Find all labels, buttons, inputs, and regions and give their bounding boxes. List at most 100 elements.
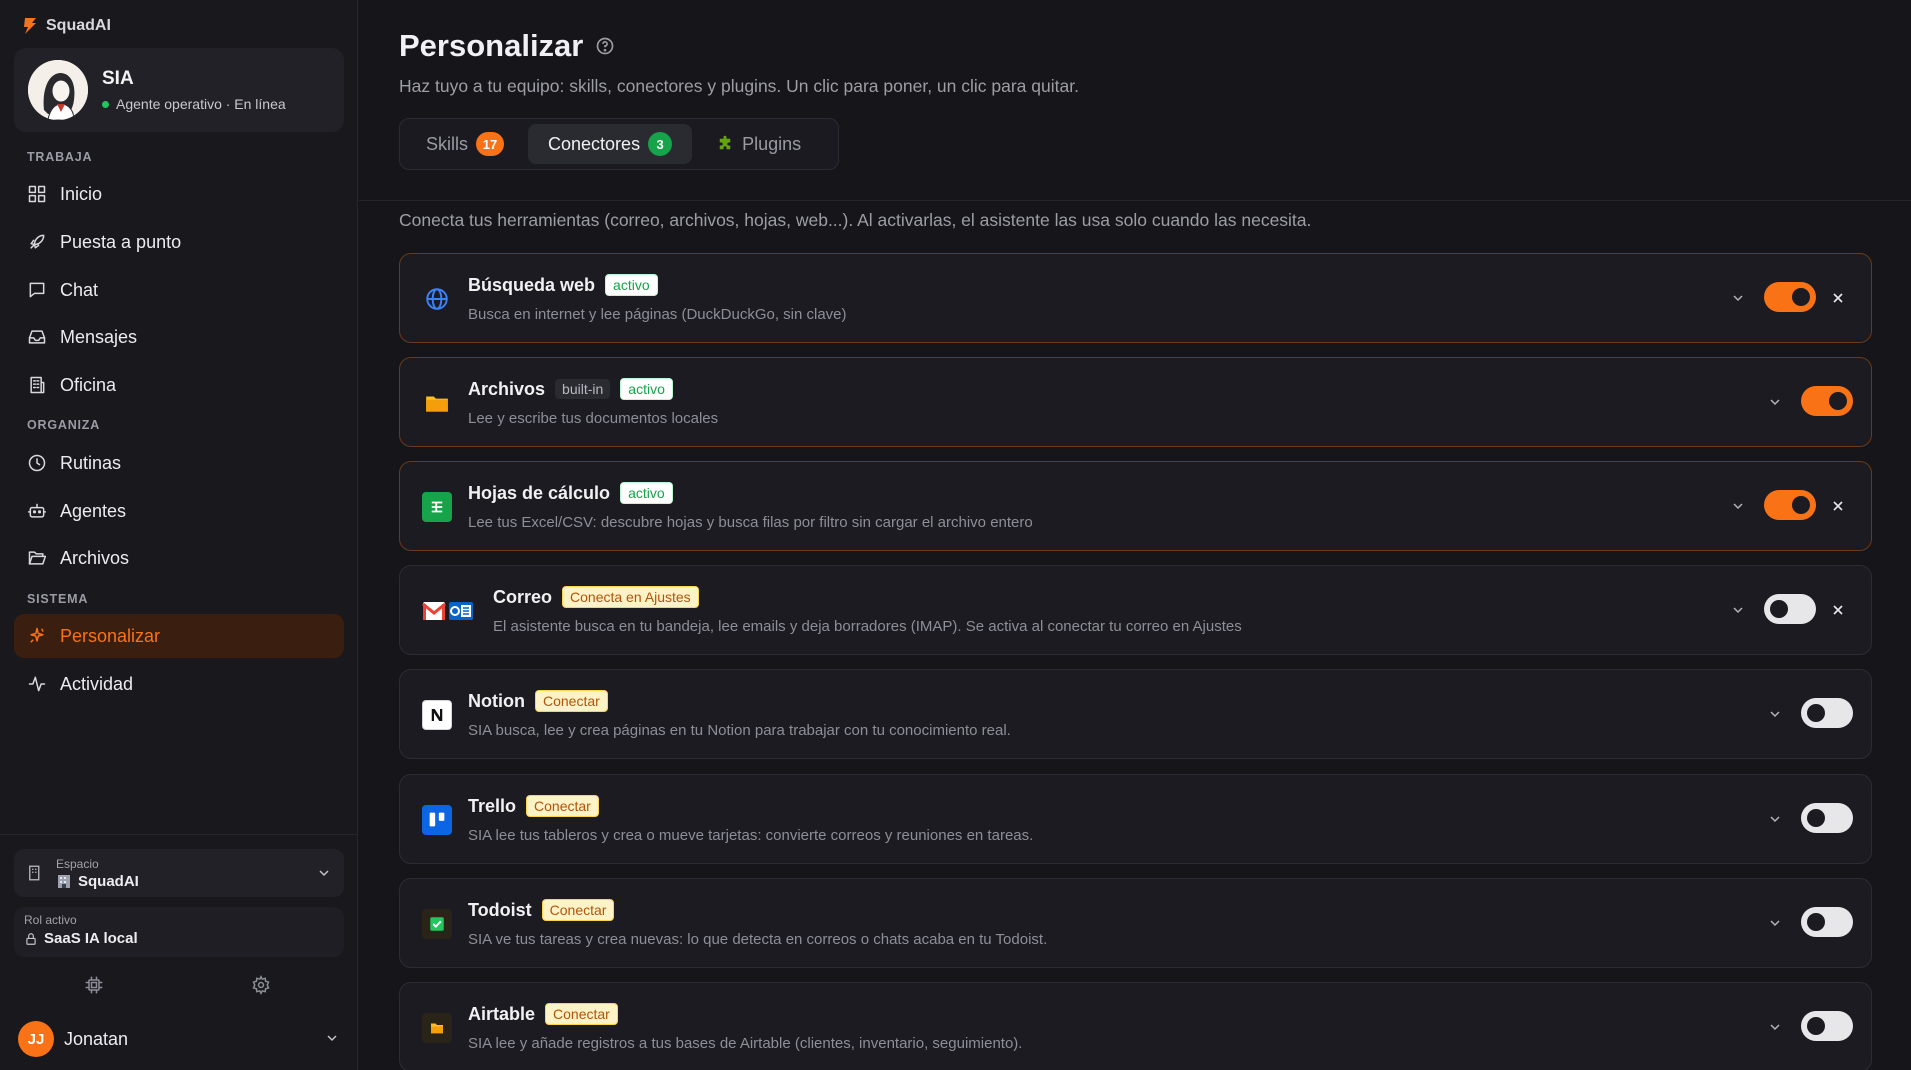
chevron-down-icon[interactable] <box>1730 602 1746 618</box>
nav-label: Agentes <box>60 500 127 521</box>
connector-description: SIA busca, lee y crea páginas en tu Noti… <box>468 722 1011 739</box>
toggle-knob <box>1807 704 1825 722</box>
connector-card-spreadsheets[interactable]: Hojas de cálculo activo Lee tus Excel/CS… <box>399 461 1872 551</box>
chevron-down-icon[interactable] <box>1730 498 1746 514</box>
connector-title-row: Todoist Conectar <box>468 899 615 921</box>
connector-toggle[interactable] <box>1801 698 1853 728</box>
connector-toggle[interactable] <box>1801 907 1853 937</box>
nav-personalizar[interactable]: Personalizar <box>14 614 344 658</box>
cpu-icon[interactable] <box>84 975 104 995</box>
connector-description: SIA lee tus tableros y crea o mueve tarj… <box>468 827 1034 844</box>
connector-description: SIA lee y añade registros a tus bases de… <box>468 1035 1023 1052</box>
chevron-down-icon[interactable] <box>1767 706 1783 722</box>
nav-label: Mensajes <box>60 326 138 347</box>
agent-status: Agente operativo · En línea <box>102 96 286 112</box>
connector-title: Correo <box>493 586 553 607</box>
page-title-text: Personalizar <box>399 28 584 63</box>
nav-mensajes[interactable]: Mensajes <box>14 315 344 359</box>
connector-card-web-search[interactable]: Búsqueda web activo Busca en internet y … <box>399 253 1872 343</box>
activity-icon <box>28 676 46 692</box>
nav-inicio[interactable]: Inicio <box>14 172 344 216</box>
connector-title-row: Hojas de cálculo activo <box>468 482 673 504</box>
connector-toggle[interactable] <box>1801 803 1853 833</box>
chevron-down-icon[interactable] <box>1730 290 1746 306</box>
toggle-knob <box>1792 288 1810 306</box>
connector-title-row: Búsqueda web activo <box>468 274 658 296</box>
connector-card-mail[interactable]: Correo Conecta en Ajustes El asistente b… <box>399 565 1872 655</box>
building-icon <box>29 865 40 881</box>
tab-plugins[interactable]: Plugins <box>696 124 821 164</box>
active-role[interactable]: Rol activo SaaS IA local <box>14 907 344 957</box>
section-organize: ORGANIZA <box>27 418 101 432</box>
chevron-down-icon <box>319 870 329 877</box>
connector-card-trello[interactable]: Trello Conectar SIA lee tus tableros y c… <box>399 774 1872 864</box>
connector-title-row: Archivos built-in activo <box>468 378 673 400</box>
sidebar: SquadAI SIA Agente operativo · En línea … <box>0 0 358 1070</box>
folder-icon <box>422 388 452 418</box>
connector-toggle[interactable] <box>1801 1011 1853 1041</box>
remove-x-icon[interactable] <box>1830 290 1846 306</box>
airtable-icon <box>422 1013 452 1043</box>
connector-card-todoist[interactable]: Todoist Conectar SIA ve tus tareas y cre… <box>399 878 1872 968</box>
settings-gear-icon[interactable] <box>251 975 271 995</box>
role-value-row: SaaS IA local <box>24 930 334 947</box>
connector-toggle[interactable] <box>1801 386 1853 416</box>
remove-x-icon[interactable] <box>1830 602 1846 618</box>
connect-badge[interactable]: Conectar <box>534 690 608 712</box>
nav-rutinas[interactable]: Rutinas <box>14 441 344 485</box>
connector-card-airtable[interactable]: Airtable Conectar SIA lee y añade regist… <box>399 982 1872 1070</box>
nav-chat[interactable]: Chat <box>14 268 344 312</box>
chevron-down-icon[interactable] <box>1767 915 1783 931</box>
nav-archivos[interactable]: Archivos <box>14 536 344 580</box>
connectors-intro: Conecta tus herramientas (correo, archiv… <box>399 210 1312 230</box>
agent-card[interactable]: SIA Agente operativo · En línea <box>14 48 344 132</box>
page-subtitle: Haz tuyo a tu equipo: skills, conectores… <box>399 76 1079 96</box>
notion-icon <box>422 700 452 730</box>
nav-actividad[interactable]: Actividad <box>14 662 344 706</box>
sparkle-icon <box>30 627 44 643</box>
connector-description: El asistente busca en tu bandeja, lee em… <box>493 618 1242 635</box>
workspace-value: SquadAI <box>78 872 139 890</box>
agent-name: SIA <box>102 68 134 89</box>
nav-oficina[interactable]: Oficina <box>14 363 344 407</box>
tab-bar: Skills 17 Conectores 3 Plugins <box>399 118 839 170</box>
connector-toggle[interactable] <box>1764 490 1816 520</box>
brand[interactable]: SquadAI <box>22 16 111 36</box>
nav-puesta-a-punto[interactable]: Puesta a punto <box>14 220 344 264</box>
connector-toggle[interactable] <box>1764 594 1816 624</box>
user-menu[interactable]: JJ Jonatan <box>18 1020 340 1058</box>
online-dot-icon <box>102 100 109 108</box>
nav-label: Actividad <box>60 673 134 694</box>
connect-badge[interactable]: Conectar <box>545 1003 618 1025</box>
tab-label: Skills <box>426 133 469 154</box>
connect-badge[interactable]: Conectar <box>541 899 615 921</box>
chevron-down-icon[interactable] <box>1767 394 1783 410</box>
section-work: TRABAJA <box>27 150 93 164</box>
builtin-tag: built-in <box>555 379 611 399</box>
tab-label: Conectores <box>548 133 641 154</box>
connect-badge[interactable]: Conecta en Ajustes <box>562 586 699 608</box>
agent-status-text: Agente operativo · En línea <box>116 96 286 112</box>
mail-icon <box>422 596 474 626</box>
help-circle-icon[interactable] <box>595 36 615 56</box>
chevron-down-icon[interactable] <box>1767 811 1783 827</box>
nav-label: Rutinas <box>60 452 122 473</box>
bot-icon <box>27 503 47 518</box>
todoist-icon <box>422 909 452 939</box>
remove-x-icon[interactable] <box>1830 498 1846 514</box>
tab-skills[interactable]: Skills 17 <box>406 124 524 164</box>
connector-title-row: Notion Conectar <box>468 690 608 712</box>
connect-badge[interactable]: Conectar <box>526 795 599 817</box>
connector-card-notion[interactable]: Notion Conectar SIA busca, lee y crea pá… <box>399 669 1872 759</box>
nav-agentes[interactable]: Agentes <box>14 489 344 533</box>
tab-count-badge: 17 <box>476 132 505 156</box>
trello-icon <box>422 805 452 835</box>
connector-card-files[interactable]: Archivos built-in activo Lee y escribe t… <box>399 357 1872 447</box>
chevron-down-icon[interactable] <box>1767 1019 1783 1035</box>
workspace-selector[interactable]: Espacio SquadAI <box>14 849 344 897</box>
connector-description: Busca en internet y lee páginas (DuckDuc… <box>468 306 847 323</box>
connector-title: Archivos <box>468 378 546 399</box>
nav-label: Inicio <box>60 183 103 204</box>
tab-conectores[interactable]: Conectores 3 <box>528 124 693 164</box>
connector-toggle[interactable] <box>1764 282 1816 312</box>
